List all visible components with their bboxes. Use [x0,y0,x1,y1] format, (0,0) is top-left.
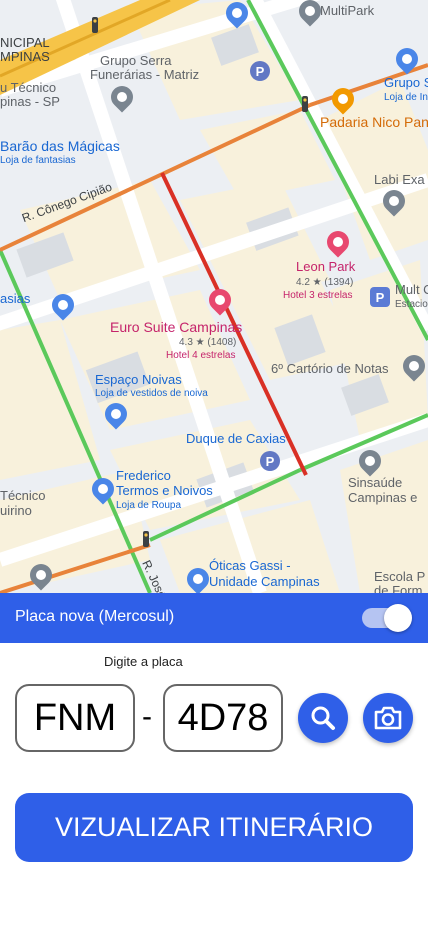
map-label: Loja de Roupa [116,500,182,511]
search-icon [311,706,335,730]
camera-button[interactable] [363,693,413,743]
map-label: 4.2 ★ (1394) [296,277,354,288]
map-label: Hotel 4 estrelas [166,350,236,361]
map-label: Grupo S [384,75,428,90]
map-label: Mult C [395,282,428,297]
map-label: 4.3 ★ (1408) [179,337,237,348]
map-label: MultiPark [320,3,375,18]
map-view[interactable]: NICIPAL MPINAS u Técnico pinas - SP Grup… [0,0,428,593]
map-label: MPINAS [0,49,50,64]
map-label: Frederico [116,468,171,483]
map-label: Sinsaúde [348,475,403,490]
map-label: Hotel 3 estrelas [283,290,353,301]
map-label: NICIPAL [0,35,50,50]
map-label: Escola P [374,569,426,584]
plate-numbers-input[interactable]: 4D78 [163,684,283,752]
map-label: u Técnico [0,80,57,95]
plate-separator: - [142,700,152,733]
map-label: Espaço Noivas [95,372,182,387]
parking-icon[interactable]: P [260,451,280,471]
map-label: Padaria Nico Pan [320,114,428,130]
map-label: asias [0,291,31,306]
plate-hint: Digite a placa [104,654,183,669]
map-label: Termos e Noivos [116,483,213,498]
toggle-knob [384,604,412,632]
view-itinerary-button[interactable]: VIZUALIZAR ITINERÁRIO [15,793,413,862]
map-label: Unidade Campinas [209,574,320,589]
map-label: Estacio [395,299,428,310]
map-label: Loja de vestidos de noiva [95,388,208,399]
camera-icon [374,706,402,730]
map-label: pinas - SP [0,94,60,109]
map-label: Duque de Caxias [186,431,286,446]
mercosul-toggle[interactable] [362,604,414,632]
map-label: de Form [374,583,423,594]
map-label: Loja de fantasias [0,155,76,166]
plate-type-label: Placa nova (Mercosul) [15,608,175,625]
map-label: Óticas Gassi - [209,558,291,573]
map-label: Grupo Serra [100,53,172,68]
map-label: uirino [0,503,32,518]
map-label: Funerárias - Matriz [90,67,200,82]
parking-icon[interactable]: P [250,61,270,81]
map-label: Labi Exa [374,172,425,187]
map-label: Leon Park [296,259,356,274]
parking-icon[interactable]: P [370,287,390,307]
map-label: Campinas e [348,490,418,505]
map-label: Técnico [0,488,46,503]
search-button[interactable] [298,693,348,743]
map-label: Euro Suite Campinas [110,319,243,335]
plate-letters-input[interactable]: FNM [15,684,135,752]
map-label: 6º Cartório de Notas [271,361,389,376]
map-label: Barão das Mágicas [0,138,120,154]
map-label: Loja de In [384,92,428,103]
